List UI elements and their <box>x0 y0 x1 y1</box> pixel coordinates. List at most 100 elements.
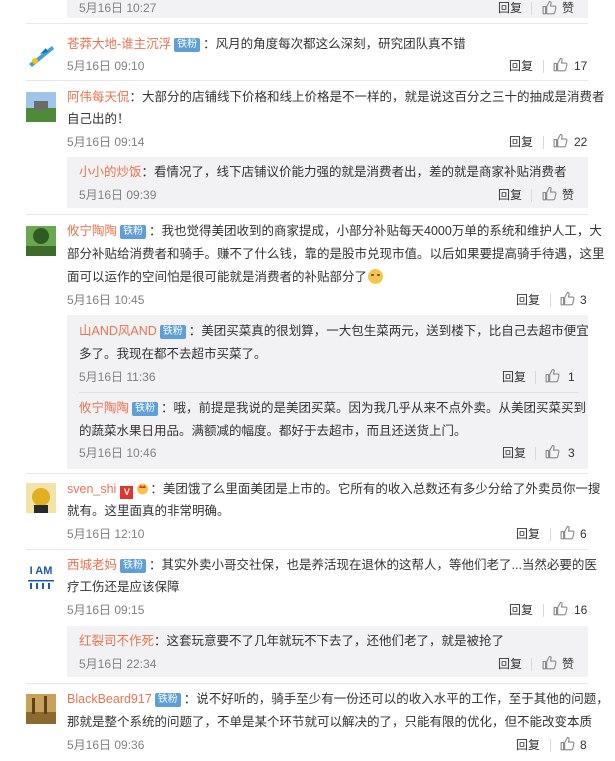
username[interactable]: 攸宁陶陶 <box>79 401 129 415</box>
comment-body: ：美团买菜真的很划算，一大包生菜两元，送到楼下，比自己去超市便宜 <box>188 324 589 338</box>
avatar[interactable] <box>26 92 56 122</box>
username[interactable]: BlackBeard917 <box>67 692 152 706</box>
thumbs-up-icon[interactable] <box>542 655 557 670</box>
like-label[interactable]: 赞 <box>562 656 574 672</box>
thumbs-up-icon[interactable] <box>560 291 575 306</box>
thumbs-up-icon[interactable] <box>545 368 560 383</box>
comment-time: 5月16日 09:36 <box>67 738 145 752</box>
comment-text: sven_shi V ：美团饿了么里面美团是上市的。它所有的收入总数还有多少分给了外… <box>67 480 600 499</box>
thumbs-up-icon[interactable] <box>542 0 557 15</box>
comment-text-cont: 就有。这里面真的非常明确。 <box>67 504 230 518</box>
fan-badge: 铁粉 <box>120 225 147 239</box>
reply-button[interactable]: 回复 <box>498 187 522 203</box>
avatar[interactable]: I AM <box>26 562 56 592</box>
divider <box>26 683 588 684</box>
avatar[interactable] <box>26 226 56 256</box>
thumbs-up-icon[interactable] <box>560 736 575 751</box>
sub-comment-text-cont: 的蔬菜水果日用品。满额减的幅度。都好于去超市，而且还送货上门。 <box>79 424 467 438</box>
like-count: 22 <box>574 135 588 149</box>
divider <box>26 80 588 81</box>
separator <box>550 294 551 307</box>
username[interactable]: 小小的炒饭 <box>79 165 142 179</box>
comment-time: 5月16日 09:15 <box>67 603 145 617</box>
like-count: 3 <box>580 293 587 307</box>
reply-button[interactable]: 回复 <box>509 58 533 74</box>
separator <box>531 2 532 15</box>
reply-button[interactable]: 回复 <box>509 602 533 618</box>
username[interactable]: 山AND风AND <box>79 324 157 338</box>
like-count: 6 <box>580 527 587 541</box>
username[interactable]: 阿伟每天侃 <box>67 90 130 104</box>
like-label[interactable]: 赞 <box>562 0 574 16</box>
divider <box>79 392 579 393</box>
comment-text-cont: 部分补贴给消费者和骑手。赚不了什么钱，靠的是股市兑现市值。以后如果要提高骑手待遇… <box>67 247 605 261</box>
like-label[interactable]: 赞 <box>562 187 574 203</box>
thumbs-up-icon[interactable] <box>545 444 560 459</box>
divider <box>26 23 588 24</box>
sub-comment-text: 山AND风AND 铁粉 ：美团买菜真的很划算，一大包生菜两元，送到楼下，比自己去超市… <box>79 322 589 340</box>
separator <box>543 60 544 73</box>
comment-body: ：风月的角度每次都这么深刻，研究团队真不错 <box>203 37 466 51</box>
comment-body: ：大部分的店铺线下价格和线上价格是不一样的，就是说这百分之三十的抽成是消费者 <box>129 90 605 104</box>
sweat-smile-emoji-icon <box>368 269 384 284</box>
avatar[interactable] <box>26 483 56 513</box>
username[interactable]: 攸宁陶陶 <box>67 224 117 238</box>
reply-button[interactable]: 回复 <box>516 526 540 542</box>
verified-v-icon: V <box>120 486 134 499</box>
avatar[interactable] <box>26 694 56 724</box>
username[interactable]: 西城老妈 <box>67 558 117 572</box>
divider <box>26 214 588 215</box>
username[interactable]: sven_shi <box>67 482 116 496</box>
thumbs-up-icon[interactable] <box>553 133 568 148</box>
thumbs-up-icon[interactable] <box>553 57 568 72</box>
sub-comment-text-cont: 多了。我现在都不去超市买菜了。 <box>79 347 267 361</box>
comment-time: 5月16日 11:36 <box>79 370 156 384</box>
comment-time: 5月16日 09:14 <box>67 135 145 149</box>
divider <box>26 473 588 474</box>
like-count: 16 <box>574 603 588 617</box>
crown-badge-icon <box>137 483 149 495</box>
thumbs-up-icon[interactable] <box>542 186 557 201</box>
reply-button[interactable]: 回复 <box>498 0 522 16</box>
username[interactable]: 苍莽大地-谁主沉浮 <box>67 37 171 51</box>
sub-comment-text: 红裂司不作死：这套玩意要不了几年就玩不下去了，还他们老了，就是被抢了 <box>79 632 504 650</box>
separator <box>531 658 532 671</box>
avatar[interactable] <box>26 40 56 70</box>
divider <box>26 549 588 550</box>
comment-text: 西城老妈 铁粉 ：其实外卖小哥交社保，也是养活现在退休的这帮人，等他们老了...当然… <box>67 556 597 574</box>
reply-button[interactable]: 回复 <box>516 292 540 308</box>
comment-text: 阿伟每天侃：大部分的店铺线下价格和线上价格是不一样的，就是说这百分之三十的抽成是… <box>67 88 605 106</box>
comment-body: ：我也觉得美团收到的商家提成，小部分补贴每天4000万单的系统和维护人工，大 <box>149 224 602 238</box>
comment-time: 5月16日 09:39 <box>79 188 157 202</box>
separator <box>535 447 536 460</box>
reply-button[interactable]: 回复 <box>502 369 526 385</box>
separator <box>531 189 532 202</box>
comment-body: ：说不好听的，骑手至少有一份还可以的收入水平的工作，至于其他的问题， <box>183 692 609 706</box>
like-count: 8 <box>580 738 587 752</box>
comment-text: 苍莽大地-谁主沉浮 铁粉 ：风月的角度每次都这么深刻，研究团队真不错 <box>67 35 466 53</box>
sub-comment-text: 攸宁陶陶 铁粉 ：哦，前提是我说的是美团买菜。因为我几乎从来不点外卖。从美团买菜买到 <box>79 399 586 417</box>
separator <box>543 136 544 149</box>
comment-text-cont: 面可以运作的空间怕是很可能就是消费者的补贴部分了 <box>67 268 384 286</box>
username[interactable]: 红裂司不作死 <box>79 634 154 648</box>
thumbs-up-icon[interactable] <box>553 601 568 616</box>
comment-body: ：看情况了，线下店铺议价能力强的就是消费者出，差的就是商家补贴消费者 <box>141 165 567 179</box>
comment-body: ：美团饿了么里面美团是上市的。它所有的收入总数还有多少分给了外卖员你一搜 <box>150 482 601 496</box>
separator <box>535 371 536 384</box>
comment-time: 5月16日 12:10 <box>67 527 145 541</box>
comment-text: BlackBeard917 铁粉 ：说不好听的，骑手至少有一份还可以的收入水平的工作… <box>67 690 609 708</box>
fan-badge: 铁粉 <box>159 325 186 339</box>
comment-text: 攸宁陶陶 铁粉 ：我也觉得美团收到的商家提成，小部分补贴每天4000万单的系统和维护… <box>67 222 602 240</box>
avatar-text: I AM <box>29 565 53 577</box>
thumbs-up-icon[interactable] <box>560 525 575 540</box>
sub-comment-text: 小小的炒饭：看情况了，线下店铺议价能力强的就是消费者出，差的就是商家补贴消费者 <box>79 163 567 181</box>
like-count: 1 <box>568 370 575 384</box>
reply-button[interactable]: 回复 <box>498 656 522 672</box>
separator <box>550 528 551 541</box>
comment-body: ：其实外卖小哥交社保，也是养活现在退休的这帮人，等他们老了...当然必要的医 <box>149 558 597 572</box>
reply-button[interactable]: 回复 <box>516 737 540 753</box>
reply-button[interactable]: 回复 <box>509 134 533 150</box>
reply-button[interactable]: 回复 <box>502 445 526 461</box>
comment-time: 5月16日 09:10 <box>67 59 145 73</box>
comment-time: 5月16日 10:45 <box>67 293 145 307</box>
